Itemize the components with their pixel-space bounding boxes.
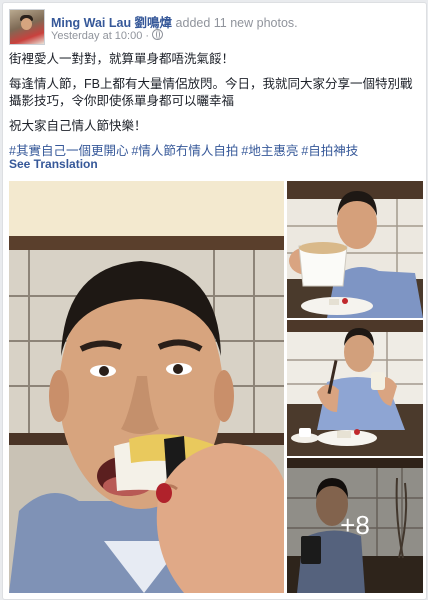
- hashtag-link[interactable]: #自拍神技: [301, 144, 358, 158]
- photo-grid: +8: [9, 181, 423, 593]
- post-meta: Yesterday at 10:00 ·: [51, 29, 164, 42]
- hashtag-link[interactable]: #地主惠亮: [241, 144, 298, 158]
- photo-thumbnail[interactable]: [287, 320, 423, 456]
- post-body: 街裡愛人一對對，就算單身都唔洗氣餒！ 每逢情人節，FB上都有大量情侶放閃。今日，…: [9, 51, 419, 168]
- post-timestamp[interactable]: Yesterday at 10:00: [51, 30, 142, 42]
- meta-separator: ·: [145, 30, 150, 42]
- more-photos-overlay[interactable]: +8: [287, 458, 423, 593]
- post-header: Ming Wai Lau 劉鳴煒 added 11 new photos. Ye…: [9, 9, 409, 45]
- photo-thumbnail[interactable]: +8: [287, 458, 423, 593]
- photo-thumbnail[interactable]: [287, 181, 423, 318]
- post-paragraph: 街裡愛人一對對，就算單身都唔洗氣餒！: [9, 52, 235, 66]
- author-name-link[interactable]: Ming Wai Lau 劉鳴煒: [51, 16, 172, 30]
- main-photo[interactable]: [9, 181, 284, 593]
- author-avatar[interactable]: [9, 9, 45, 45]
- post-card: Ming Wai Lau 劉鳴煒 added 11 new photos. Ye…: [2, 2, 427, 600]
- see-translation-link[interactable]: See Translation: [9, 157, 98, 171]
- hashtag-link[interactable]: #其實自己一個更開心: [9, 144, 128, 158]
- globe-icon[interactable]: [152, 29, 164, 40]
- post-paragraph: 每逢情人節，FB上都有大量情侶放閃。今日，我就同大家分享一個特別戰攝影技巧，令你…: [9, 77, 413, 108]
- post-action-text: added 11 new photos.: [172, 16, 298, 30]
- hashtag-link[interactable]: #情人節冇情人自拍: [131, 144, 238, 158]
- post-paragraph: 祝大家自己情人節快樂！: [9, 119, 147, 133]
